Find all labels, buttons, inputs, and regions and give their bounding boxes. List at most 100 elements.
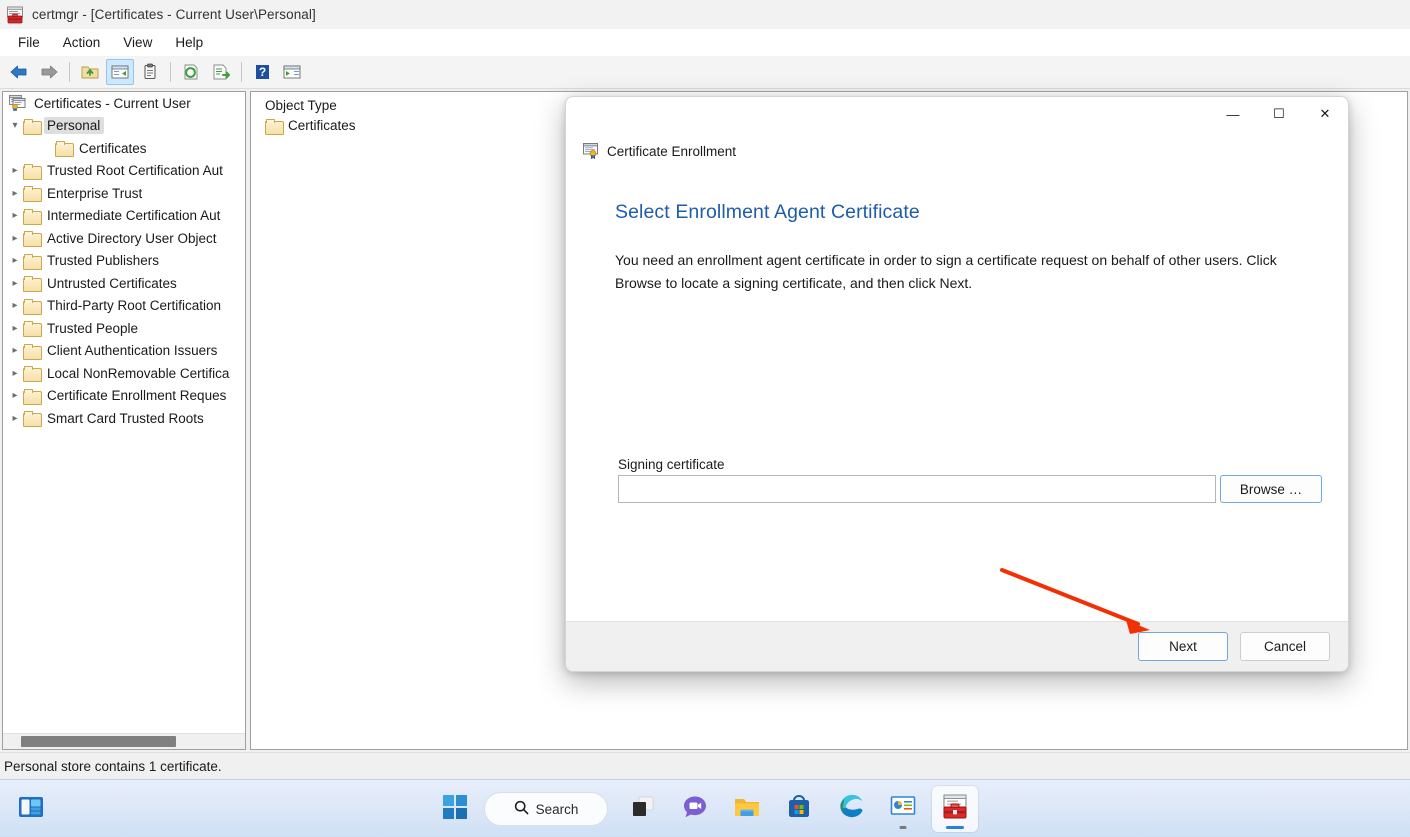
properties-button[interactable]: [136, 59, 164, 85]
tree-item-smart-card-trusted-roots[interactable]: ▸ Smart Card Trusted Roots: [3, 407, 245, 430]
window-titlebar: certmgr - [Certificates - Current User\P…: [0, 0, 1410, 29]
widgets-icon: [17, 794, 45, 825]
folder-icon: [265, 118, 284, 135]
tree-item-trusted-people[interactable]: ▸ Trusted People: [3, 317, 245, 340]
folder-icon: [23, 366, 42, 383]
forward-button[interactable]: [35, 59, 63, 85]
start-button[interactable]: [432, 786, 478, 832]
tree-item-personal[interactable]: ▾ Personal: [3, 115, 245, 138]
screen: certmgr - [Certificates - Current User\P…: [0, 0, 1410, 837]
task-view-icon: [630, 794, 656, 825]
show-action-pane-button[interactable]: [278, 59, 306, 85]
menu-file[interactable]: File: [8, 32, 50, 53]
chat-button[interactable]: [672, 786, 718, 832]
search-icon: [514, 800, 529, 818]
tree-item-active-directory-user-object[interactable]: ▸ Active Directory User Object: [3, 227, 245, 250]
refresh-button[interactable]: [177, 59, 205, 85]
list-item-label: Certificates: [288, 118, 356, 133]
window-title: certmgr - [Certificates - Current User\P…: [32, 7, 316, 22]
chevron-right-icon[interactable]: ▸: [7, 413, 23, 424]
folder-icon: [23, 118, 42, 135]
dialog-brand: Certificate Enrollment: [583, 143, 736, 160]
chevron-right-icon[interactable]: ▸: [7, 278, 23, 289]
search-pill[interactable]: Search: [484, 792, 608, 826]
edge-icon: [838, 793, 865, 825]
export-list-button[interactable]: [207, 59, 235, 85]
mmc-console-button[interactable]: [880, 786, 926, 832]
menu-help[interactable]: Help: [165, 32, 213, 53]
tree-item-trusted-root-certification-authorities[interactable]: ▸ Trusted Root Certification Aut: [3, 160, 245, 183]
tree-item-label: Local NonRemovable Certifica: [47, 365, 230, 381]
running-indicator: [899, 826, 907, 829]
chevron-down-icon[interactable]: ▾: [7, 120, 23, 131]
tree-item-label: Trusted Publishers: [47, 253, 160, 269]
status-text: Personal store contains 1 certificate.: [4, 758, 222, 774]
tree-item-label: Trusted People: [47, 320, 139, 336]
tree-item-client-authentication-issuers[interactable]: ▸ Client Authentication Issuers: [3, 340, 245, 363]
task-view-button[interactable]: [620, 786, 666, 832]
chevron-right-icon[interactable]: ▸: [7, 345, 23, 356]
browse-button[interactable]: Browse …: [1220, 475, 1322, 503]
tree-item-certificates[interactable]: Certificates: [3, 137, 245, 160]
tree-item-local-nonremovable-certificates[interactable]: ▸ Local NonRemovable Certifica: [3, 362, 245, 385]
menu-view[interactable]: View: [113, 32, 162, 53]
dialog-footer: Next Cancel: [566, 621, 1348, 671]
tree-horizontal-scrollbar[interactable]: [3, 733, 245, 749]
next-button[interactable]: Next: [1138, 632, 1228, 661]
scrollbar-thumb[interactable]: [21, 736, 176, 747]
certificate-enrollment-dialog: — ☐ ✕ Certificate Enrollment Select Enro…: [565, 96, 1349, 672]
chevron-right-icon[interactable]: ▸: [7, 390, 23, 401]
tree-item-untrusted-certificates[interactable]: ▸ Untrusted Certificates: [3, 272, 245, 295]
show-hide-console-tree-button[interactable]: [106, 59, 134, 85]
dialog-body: Select Enrollment Agent Certificate You …: [566, 177, 1348, 621]
signing-certificate-label: Signing certificate: [618, 457, 725, 472]
file-explorer-button[interactable]: [724, 786, 770, 832]
tree-item-label: Active Directory User Object: [47, 230, 217, 246]
microsoft-store-button[interactable]: [776, 786, 822, 832]
edge-button[interactable]: [828, 786, 874, 832]
menu-bar: File Action View Help: [0, 29, 1410, 56]
maximize-button[interactable]: ☐: [1256, 97, 1302, 131]
chevron-right-icon[interactable]: ▸: [7, 300, 23, 311]
folder-icon: [23, 298, 42, 315]
tree-item-certificate-enrollment-requests[interactable]: ▸ Certificate Enrollment Reques: [3, 385, 245, 408]
console-tree-pane[interactable]: Certificates - Current User ▾ Personal C…: [2, 91, 246, 750]
menu-action[interactable]: Action: [53, 32, 111, 53]
dialog-caption-bar: — ☐ ✕: [566, 97, 1348, 135]
folder-icon: [23, 208, 42, 225]
cancel-button[interactable]: Cancel: [1240, 632, 1330, 661]
chevron-right-icon[interactable]: ▸: [7, 165, 23, 176]
tree-item-intermediate-certification-authorities[interactable]: ▸ Intermediate Certification Aut: [3, 205, 245, 228]
tree-item-third-party-root-certification-authorities[interactable]: ▸ Third-Party Root Certification: [3, 295, 245, 318]
up-one-level-button[interactable]: [76, 59, 104, 85]
folder-icon: [23, 231, 42, 248]
folder-icon: [23, 253, 42, 270]
widgets-button[interactable]: [8, 786, 54, 832]
dialog-heading: Select Enrollment Agent Certificate: [615, 201, 920, 223]
chevron-right-icon[interactable]: ▸: [7, 188, 23, 199]
folder-icon: [23, 321, 42, 338]
tree-item-trusted-publishers[interactable]: ▸ Trusted Publishers: [3, 250, 245, 273]
chevron-right-icon[interactable]: ▸: [7, 255, 23, 266]
folder-icon: [23, 186, 42, 203]
back-button[interactable]: [5, 59, 33, 85]
chevron-right-icon[interactable]: ▸: [7, 368, 23, 379]
folder-icon: [23, 276, 42, 293]
minimize-button[interactable]: —: [1210, 97, 1256, 131]
signing-certificate-input[interactable]: [618, 475, 1216, 503]
chevron-right-icon[interactable]: ▸: [7, 323, 23, 334]
tree-root-certificates-current-user[interactable]: Certificates - Current User: [3, 92, 245, 115]
help-button[interactable]: ?: [248, 59, 276, 85]
folder-icon: [23, 343, 42, 360]
taskbar: Search: [0, 779, 1410, 837]
certmgr-toolbox-icon: [6, 6, 24, 24]
close-button[interactable]: ✕: [1302, 97, 1348, 131]
chevron-right-icon[interactable]: ▸: [7, 233, 23, 244]
chevron-right-icon[interactable]: ▸: [7, 210, 23, 221]
tree-item-label: Third-Party Root Certification: [47, 298, 222, 314]
certmgr-button[interactable]: [932, 786, 978, 832]
tree-item-label: Certificates: [79, 140, 147, 156]
tree-item-enterprise-trust[interactable]: ▸ Enterprise Trust: [3, 182, 245, 205]
taskbar-center-group: Search: [432, 780, 978, 837]
certmgr-toolbox-icon: [940, 793, 970, 826]
